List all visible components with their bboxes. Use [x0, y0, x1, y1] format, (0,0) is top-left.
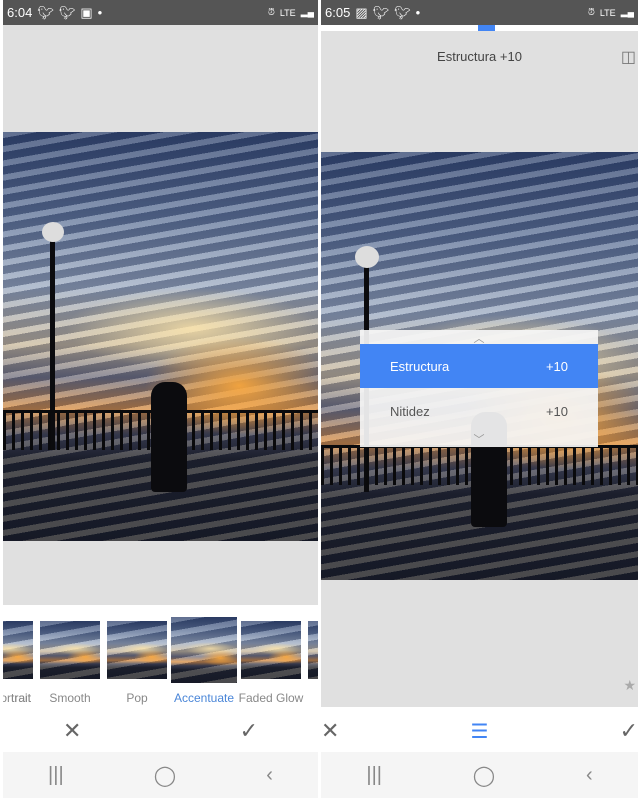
filter-label: Smooth: [49, 691, 91, 705]
adjust-menu: ︿ Estructura +10 Nitidez +10 ﹀: [360, 330, 598, 447]
filter-strip: Portrait trait Smooth Pop Accentuate Fad…: [3, 617, 318, 707]
lte-icon: LTE: [599, 7, 616, 18]
home-button[interactable]: ◯: [473, 763, 495, 788]
filter-thumb-portrait[interactable]: [3, 621, 33, 679]
menu-item-nitidez[interactable]: Nitidez +10: [360, 389, 598, 433]
filter-thumb-accentuate[interactable]: [171, 617, 237, 683]
recents-button[interactable]: |||: [366, 764, 382, 787]
filter-thumb-pop[interactable]: [107, 621, 167, 679]
menu-item-estructura[interactable]: Estructura +10: [360, 344, 598, 388]
gallery-icon: ▨: [355, 4, 368, 20]
left-screen: 6:04 🐦︎🐦︎ ▣ • ⏰︎ LTE ▂▄ Portrait trait Smoo…: [3, 0, 318, 800]
photo[interactable]: [3, 132, 318, 541]
nav-bar: ||| ◯ ‹: [3, 752, 318, 798]
compare-icon[interactable]: ◫: [621, 47, 636, 67]
twitter-icon: 🐦︎: [37, 4, 54, 20]
filter-label: Faded Glow: [238, 691, 304, 705]
menu-item-label: Nitidez: [390, 403, 430, 419]
menu-item-value: +10: [545, 403, 568, 419]
flipboard-icon: ▣: [80, 4, 93, 20]
twitter-icon: 🐦︎: [372, 4, 390, 20]
signal-icon: ▂▄: [620, 7, 634, 17]
status-time: 6:04: [7, 5, 33, 20]
action-bar: ✕ ☰ ✓: [321, 710, 638, 752]
action-bar: ✕ ✓: [3, 710, 318, 752]
chevron-down-icon[interactable]: ﹀: [360, 431, 598, 447]
recents-button[interactable]: |||: [48, 764, 64, 787]
back-button[interactable]: ‹: [266, 764, 273, 787]
lte-icon: LTE: [279, 7, 296, 18]
nav-bar: ||| ◯ ‹: [321, 752, 638, 798]
back-button[interactable]: ‹: [586, 764, 593, 787]
filter-label-selected: Accentuate: [173, 691, 235, 705]
status-time: 6:05: [325, 5, 351, 20]
image-canvas: [3, 25, 318, 605]
alarm-icon: ⏰︎: [267, 7, 275, 17]
filter-thumb-smooth[interactable]: [40, 621, 100, 679]
status-bar: 6:04 🐦︎ 🐦︎ ▣ • ⏰︎ LTE ▂▄: [3, 0, 318, 25]
filter-thumb-faded-glow[interactable]: [241, 621, 301, 679]
apply-button[interactable]: ✓: [620, 718, 638, 744]
filter-label: Pop: [126, 691, 148, 705]
right-screen: 6:05 ▨ 🐦︎ 🐦︎ • ⏰︎ LTE ▂▄ Estructura +10 ◫ ★ …: [321, 0, 638, 800]
twitter-icon: 🐦︎: [394, 4, 411, 20]
signal-icon: ▂▄: [300, 7, 314, 17]
alarm-icon: ⏰︎: [587, 7, 595, 17]
lamp-globe: [355, 246, 379, 268]
dot-icon: •: [97, 5, 103, 20]
styles-icon[interactable]: ★: [623, 677, 636, 694]
apply-button[interactable]: ✓: [240, 718, 258, 744]
status-bar: 6:05 ▨ 🐦︎ 🐦︎ • ⏰︎ LTE ▂▄: [321, 0, 638, 25]
filter-thumb-next[interactable]: [308, 621, 318, 679]
menu-item-label: Estructura: [390, 358, 450, 374]
tune-icon[interactable]: ☰: [471, 719, 489, 744]
home-button[interactable]: ◯: [154, 763, 176, 788]
lamp-globe: [42, 222, 64, 242]
cancel-button[interactable]: ✕: [63, 718, 81, 744]
person-silhouette: [151, 382, 187, 492]
twitter-icon: 🐦︎: [58, 4, 76, 20]
slider-handle[interactable]: [478, 25, 495, 31]
adjust-slider[interactable]: [321, 25, 638, 31]
filter-label-portrait-visible: trait: [10, 691, 31, 705]
menu-item-value: +10: [545, 358, 568, 374]
dot-icon: •: [415, 5, 421, 20]
adjust-value-label: Estructura +10: [437, 49, 522, 64]
cancel-button[interactable]: ✕: [321, 718, 339, 744]
